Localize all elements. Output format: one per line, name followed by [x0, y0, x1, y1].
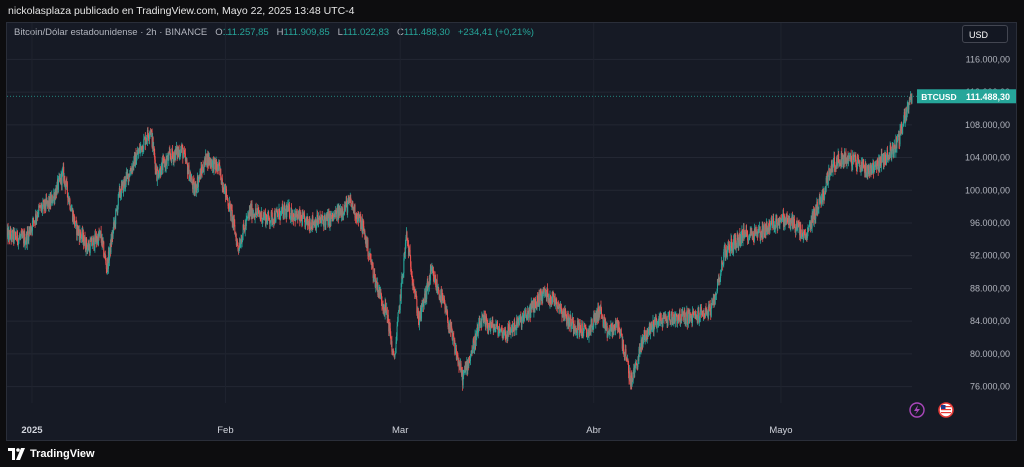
- candle-body: [667, 315, 669, 326]
- candle-body: [569, 318, 571, 327]
- candle-body: [600, 308, 602, 315]
- footer-bar: TradingView: [0, 441, 1024, 467]
- candle-body: [763, 224, 765, 235]
- candle-body: [13, 232, 15, 241]
- candle-body: [818, 198, 820, 209]
- candle-body: [203, 167, 205, 172]
- price-tag-symbol: BTCUSD: [921, 92, 956, 102]
- price-tick-label: 88.000,00: [970, 283, 1010, 293]
- candle-body: [367, 239, 369, 256]
- time-axis[interactable]: 2025 Feb Mar Abr Mayo: [21, 425, 792, 436]
- price-tick-label: 76.000,00: [970, 382, 1010, 392]
- candle-body: [476, 333, 478, 336]
- candle-body: [243, 224, 245, 228]
- price-tick-label: 104.000,00: [965, 153, 1010, 163]
- candle-body: [255, 208, 257, 214]
- candle-body: [645, 330, 647, 336]
- grid-lines: [7, 23, 912, 403]
- tradingview-brand[interactable]: TradingView: [30, 448, 95, 460]
- last-price-tag: BTCUSD 111.488,30: [7, 89, 1016, 104]
- candle-body: [902, 126, 904, 134]
- candle-body: [42, 201, 44, 207]
- candle-body: [136, 154, 138, 160]
- candle-body: [33, 218, 35, 222]
- candle-body: [18, 238, 20, 239]
- candle-body: [168, 154, 170, 161]
- candle-body: [786, 214, 788, 219]
- candle-body: [170, 156, 172, 159]
- price-tick-label: 100.000,00: [965, 185, 1010, 195]
- candle-body: [827, 176, 829, 185]
- candle-body: [684, 309, 686, 313]
- candle-body: [225, 188, 227, 198]
- candle-body: [528, 310, 530, 319]
- time-tick-label: Abr: [586, 425, 601, 436]
- candle-body: [856, 157, 858, 169]
- candle-body: [728, 244, 730, 252]
- candle-body: [69, 199, 71, 209]
- candle-body: [182, 154, 184, 159]
- price-tick-label: 84.000,00: [970, 316, 1010, 326]
- candle-body: [385, 302, 387, 311]
- candle-body: [140, 146, 142, 148]
- candle-body: [269, 222, 271, 225]
- price-tick-label: 96.000,00: [970, 218, 1010, 228]
- price-tick-label: 80.000,00: [970, 349, 1010, 359]
- candle-body: [669, 311, 671, 321]
- candle-body: [745, 236, 747, 238]
- price-axis[interactable]: 116.000,00112.000,00108.000,00104.000,00…: [965, 54, 1010, 391]
- candle-body: [89, 241, 91, 253]
- publish-header: nickolasplaza publicado en TradingView.c…: [0, 0, 1024, 22]
- candle-body: [406, 232, 408, 239]
- candle-body: [620, 329, 622, 334]
- candle-body: [156, 169, 158, 181]
- candle-body: [397, 312, 399, 322]
- candle-body: [105, 263, 107, 269]
- candle-body: [91, 245, 93, 247]
- us-flag-icon[interactable]: [938, 402, 954, 418]
- candle-body: [115, 209, 117, 225]
- candle-body: [911, 96, 913, 104]
- candle-body: [697, 311, 699, 320]
- price-chart[interactable]: 116.000,00112.000,00108.000,00104.000,00…: [7, 23, 1016, 440]
- candle-body: [881, 155, 883, 163]
- candle-body: [857, 157, 859, 164]
- time-tick-label: Mar: [392, 425, 408, 436]
- candle-body: [479, 323, 481, 328]
- candle-body: [74, 216, 76, 226]
- candle-body: [396, 326, 398, 337]
- candle-body: [138, 151, 140, 154]
- publish-header-text: nickolasplaza publicado en TradingView.c…: [8, 5, 355, 17]
- tradingview-logo-icon[interactable]: [8, 448, 26, 460]
- candlestick-series: [7, 91, 913, 391]
- candle-body: [908, 102, 910, 110]
- chart-frame[interactable]: Bitcoin/Dólar estadounidense · 2h · BINA…: [6, 22, 1017, 441]
- candle-body: [808, 226, 810, 231]
- candle-body: [896, 142, 898, 149]
- time-tick-label: 2025: [21, 425, 43, 436]
- candle-body: [747, 234, 749, 241]
- candle-body: [903, 120, 905, 127]
- price-tick-label: 116.000,00: [966, 54, 1010, 64]
- price-tag-value: 111.488,30: [966, 92, 1010, 102]
- candle-body: [710, 308, 712, 317]
- candle-body: [268, 211, 270, 217]
- time-tick-label: Feb: [217, 425, 233, 436]
- candle-body: [229, 202, 231, 205]
- candle-body: [902, 126, 904, 128]
- candle-body: [66, 182, 68, 194]
- lightning-icon[interactable]: [909, 402, 925, 418]
- price-tick-label: 92.000,00: [970, 251, 1010, 261]
- candle-body: [524, 312, 526, 314]
- candle-body: [278, 213, 279, 217]
- time-tick-label: Mayo: [769, 425, 792, 436]
- price-tick-label: 108.000,00: [965, 120, 1010, 130]
- candle-body: [723, 246, 725, 252]
- candle-body: [143, 138, 145, 150]
- candle-body: [686, 310, 688, 325]
- candle-body: [678, 319, 680, 321]
